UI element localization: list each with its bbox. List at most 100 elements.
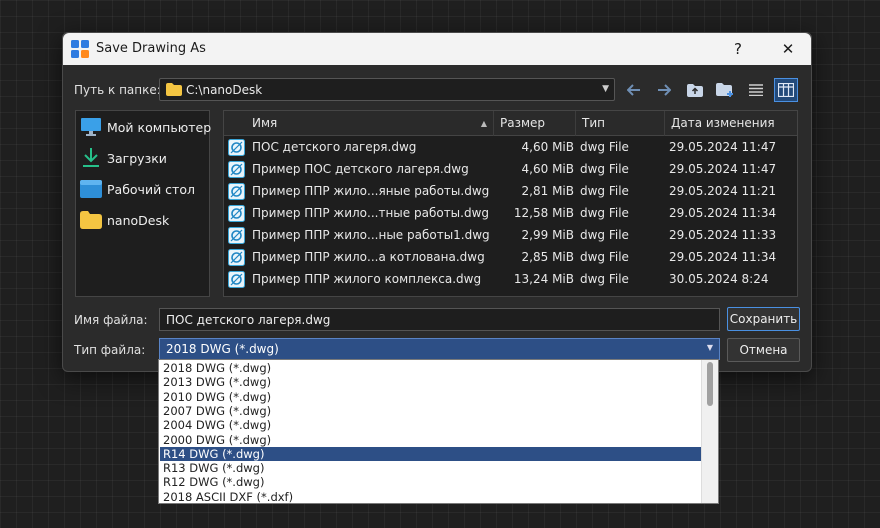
arrow-left-icon (627, 84, 640, 96)
file-date: 29.05.2024 11:33 (669, 228, 777, 242)
file-name: ПОС детского лагеря.dwg (252, 140, 417, 154)
place-my-computer[interactable]: Мой компьютер (80, 115, 211, 141)
column-name[interactable]: Имя ▲ (224, 111, 494, 136)
app-icon (71, 40, 89, 58)
filetype-option[interactable]: R14 DWG (*.dwg) (160, 446, 701, 462)
filetype-label: Тип файла: (74, 343, 146, 357)
save-dialog: Save Drawing As ? ✕ Путь к папке: C:\nan… (62, 32, 812, 372)
filetype-option[interactable]: 2013 DWG (*.dwg) (160, 375, 701, 389)
filename-label: Имя файла: (74, 313, 148, 327)
column-date[interactable]: Дата изменения (665, 111, 797, 136)
scrollbar-thumb[interactable] (707, 362, 713, 406)
file-row[interactable]: ПОС детского лагеря.dwg 4,60 MiB dwg File 2… (224, 137, 797, 159)
monitor-icon (80, 117, 102, 137)
chevron-down-icon[interactable]: ▼ (602, 84, 609, 94)
window-title: Save Drawing As (96, 41, 206, 56)
filetype-option[interactable]: 2018 ASCII DXF (*.dxf) (160, 490, 701, 504)
dwg-file-icon (228, 227, 245, 244)
dwg-file-icon (228, 205, 245, 222)
list-view-button[interactable] (744, 78, 768, 102)
column-date-label: Дата изменения (671, 116, 775, 130)
save-button[interactable]: Сохранить (727, 307, 800, 331)
file-date: 29.05.2024 11:47 (669, 140, 777, 154)
column-size[interactable]: Размер (494, 111, 576, 136)
place-nanodesk[interactable]: nanoDesk (80, 208, 206, 234)
place-downloads[interactable]: Загрузки (80, 146, 206, 172)
dwg-file-icon (228, 271, 245, 288)
file-row[interactable]: Пример ППР жило...тные работы.dwg 12,58 M… (224, 203, 797, 225)
file-name: Пример ППР жило...яные работы.dwg (252, 184, 490, 198)
file-date: 29.05.2024 11:34 (669, 250, 777, 264)
file-size: 4,60 MiB (521, 140, 574, 154)
file-name: Пример ППР жило...а котлована.dwg (252, 250, 485, 264)
file-row[interactable]: Пример ПОС детского лагеря.dwg 4,60 MiB dw… (224, 159, 797, 181)
file-date: 29.05.2024 11:21 (669, 184, 777, 198)
column-size-label: Размер (500, 116, 546, 130)
place-desktop[interactable]: Рабочий стол (80, 177, 206, 203)
column-name-label: Имя (252, 116, 278, 130)
file-row[interactable]: Пример ППР жило...а котлована.dwg 2,85 Mi… (224, 247, 797, 269)
file-row[interactable]: Пример ППР жилого комплекса.dwg 13,24 MiB… (224, 269, 797, 291)
filetype-option[interactable]: 2007 DWG (*.dwg) (160, 404, 701, 418)
file-size: 2,99 MiB (521, 228, 574, 242)
location-combo[interactable]: C:\nanoDesk ▼ (159, 78, 615, 101)
folder-up-icon (687, 83, 703, 97)
file-type: dwg File (580, 184, 629, 198)
file-type: dwg File (580, 272, 629, 286)
file-size: 13,24 MiB (513, 272, 574, 286)
column-type-label: Тип (582, 116, 605, 130)
close-button[interactable]: ✕ (765, 33, 811, 65)
file-date: 29.05.2024 11:34 (669, 206, 777, 220)
filetype-option[interactable]: 2004 DWG (*.dwg) (160, 418, 701, 432)
filetype-option[interactable]: 2010 DWG (*.dwg) (160, 390, 701, 404)
filetype-dropdown-list: 2018 DWG (*.dwg) 2013 DWG (*.dwg) 2010 DWG… (158, 359, 719, 504)
file-name: Пример ППР жилого комплекса.dwg (252, 272, 482, 286)
file-row[interactable]: Пример ППР жило...яные работы.dwg 2,81 Mi… (224, 181, 797, 203)
dwg-file-icon (228, 249, 245, 266)
place-label: Рабочий стол (107, 182, 195, 197)
cancel-button[interactable]: Отмена (727, 338, 800, 362)
location-value: C:\nanoDesk (186, 83, 263, 97)
folder-icon (80, 210, 102, 230)
place-label: nanoDesk (107, 213, 170, 228)
filetype-option[interactable]: R13 DWG (*.dwg) (160, 461, 701, 475)
dropdown-scrollbar[interactable] (701, 360, 718, 503)
file-date: 29.05.2024 11:47 (669, 162, 777, 176)
place-label: Мой компьютер (107, 120, 212, 135)
filetype-option[interactable]: 2000 DWG (*.dwg) (160, 433, 701, 447)
file-row[interactable]: Пример ППР жило...ные работы1.dwg 2,99 Mi… (224, 225, 797, 247)
location-label: Путь к папке: (74, 83, 161, 97)
chevron-down-icon[interactable]: ▼ (707, 343, 713, 352)
sort-ascending-icon: ▲ (480, 119, 487, 128)
help-button[interactable]: ? (715, 33, 761, 65)
list-icon (749, 84, 763, 96)
file-list-header: Имя ▲ Размер Тип Дата изменения (224, 111, 797, 136)
dwg-file-icon (228, 183, 245, 200)
folder-icon (166, 83, 182, 96)
file-list: Имя ▲ Размер Тип Дата изменения ПОС детс… (223, 110, 798, 297)
filetype-option[interactable]: 2018 DWG (*.dwg) (160, 361, 701, 375)
file-name: Пример ППР жило...ные работы1.dwg (252, 228, 490, 242)
filetype-option[interactable]: R12 DWG (*.dwg) (160, 475, 701, 489)
back-button[interactable] (622, 78, 646, 102)
file-name: Пример ППР жило...тные работы.dwg (252, 206, 490, 220)
parent-folder-button[interactable] (683, 78, 707, 102)
title-bar: Save Drawing As ? ✕ (63, 33, 811, 65)
new-folder-button[interactable] (713, 78, 737, 102)
detail-view-button[interactable] (774, 78, 798, 102)
file-type: dwg File (580, 140, 629, 154)
dwg-file-icon (228, 139, 245, 156)
forward-button[interactable] (652, 78, 676, 102)
detail-view-icon (778, 83, 794, 97)
file-type: dwg File (580, 250, 629, 264)
filetype-select[interactable]: 2018 DWG (*.dwg) ▼ (159, 338, 720, 360)
file-type: dwg File (580, 228, 629, 242)
place-label: Загрузки (107, 151, 167, 166)
desktop-icon (80, 179, 102, 199)
new-folder-icon (716, 82, 733, 97)
file-size: 2,81 MiB (521, 184, 574, 198)
filename-input[interactable]: ПОС детского лагеря.dwg (159, 308, 720, 331)
column-type[interactable]: Тип (576, 111, 665, 136)
file-type: dwg File (580, 206, 629, 220)
file-date: 30.05.2024 8:24 (669, 272, 769, 286)
